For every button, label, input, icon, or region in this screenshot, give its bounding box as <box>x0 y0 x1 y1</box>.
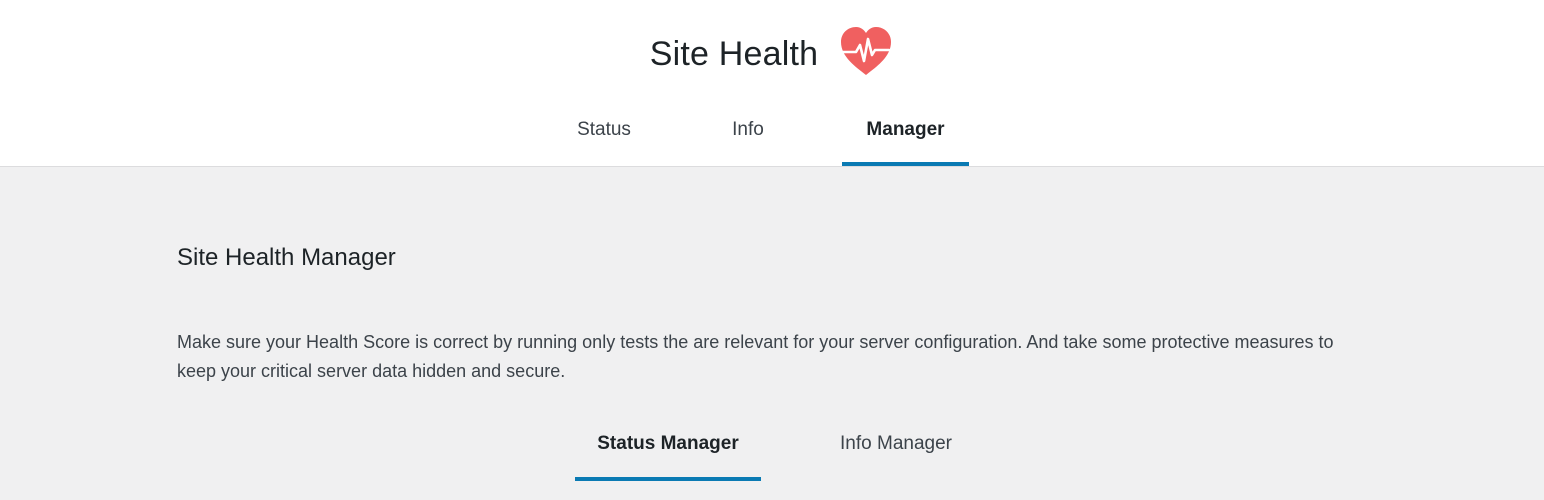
subtab-info-manager[interactable]: Info Manager <box>818 420 974 481</box>
tab-manager[interactable]: Manager <box>842 104 969 166</box>
page-title: Site Health <box>649 34 819 73</box>
tab-info[interactable]: Info <box>708 104 788 166</box>
subtab-status-manager-label: Status Manager <box>597 433 739 454</box>
site-health-header: Site Health Status Info Manager <box>0 0 1544 167</box>
subtab-status-manager[interactable]: Status Manager <box>575 420 761 481</box>
section-description: Make sure your Health Score is correct b… <box>177 332 1334 381</box>
subtab-info-manager-label: Info Manager <box>840 433 952 454</box>
tab-status-label: Status <box>577 119 631 140</box>
title-wrap: Site Health <box>0 26 1544 82</box>
tab-status[interactable]: Status <box>556 104 652 166</box>
tab-manager-label: Manager <box>866 119 945 140</box>
tab-info-label: Info <box>732 119 764 140</box>
heart-pulse-icon <box>841 27 892 75</box>
section-title: Site Health Manager <box>177 244 396 271</box>
